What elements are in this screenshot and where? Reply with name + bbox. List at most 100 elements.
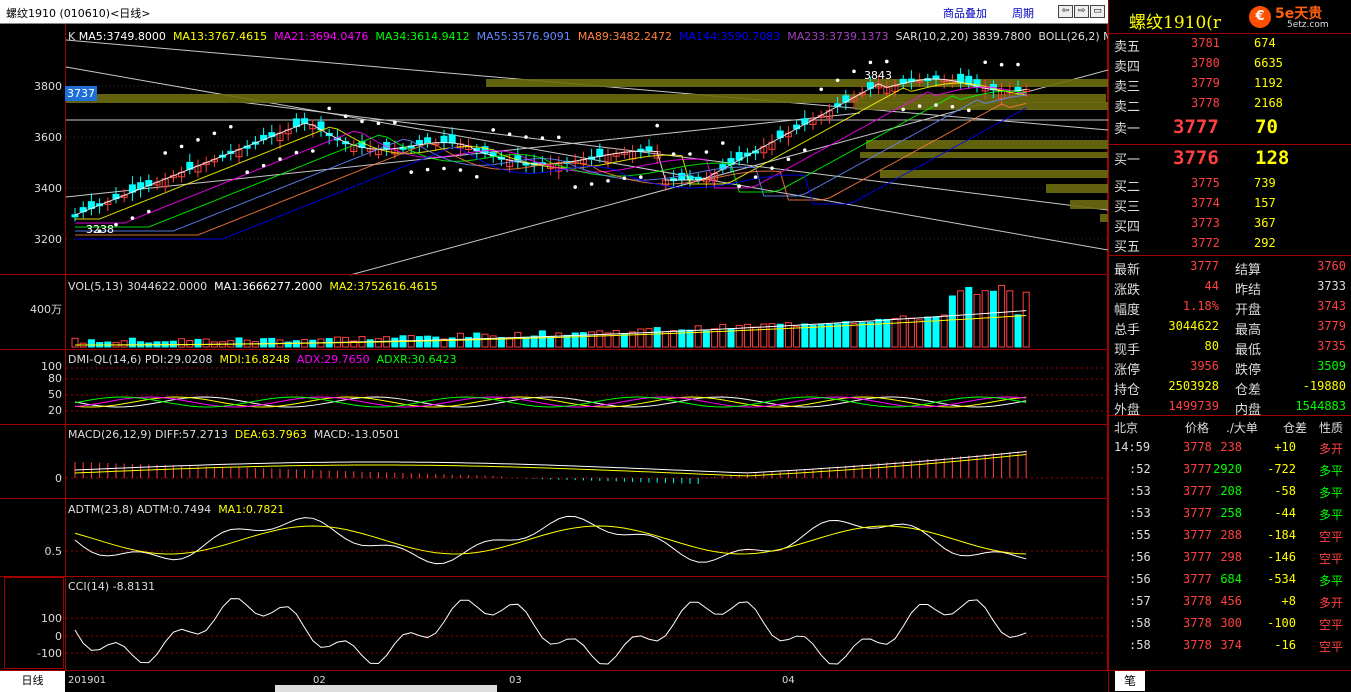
tick-row: :56 3777 684 -534 多平 [1109,569,1351,591]
panel-divider [0,424,1108,425]
volume-bar [194,338,202,348]
bid-row: 买三 3774 157 [1109,194,1351,215]
logo-icon: € [1249,6,1271,28]
y-tick: 3800 [34,80,62,93]
candle-body [440,135,448,144]
period-button[interactable]: 周期 [1012,5,1034,21]
volume-bar [1014,314,1022,348]
volume-bar [702,330,710,348]
sar-dot [245,170,249,175]
stat-label: 涨停 [1114,363,1141,378]
overlay-commodity-button[interactable]: 商品叠加 [943,5,987,21]
tick-nature: 多开 [1319,596,1344,610]
sar-dot [606,179,610,183]
tick-time: :55 [1129,528,1151,542]
bid-label: 买四 [1114,220,1141,235]
sar-dot [819,87,823,92]
ask-row: 卖二 3778 2168 [1109,94,1351,115]
volume-bar [555,332,563,348]
sar-dot [163,151,167,155]
bid-price: 3773 [1191,216,1220,230]
ask-price: 3780 [1191,56,1220,70]
indicator-value: MA13:3767.4615 [172,30,268,43]
ticks-header: 北京 价格 ./大单 仓差 性质 [1109,416,1351,438]
volume-bar [514,331,522,348]
sar-dot [934,103,938,107]
sar-dot [573,185,577,189]
tab-ticks[interactable]: 笔 [1115,671,1145,691]
nav-box-button[interactable]: ▭ [1090,5,1105,18]
sar-dot [1016,62,1020,67]
sar-dot [360,119,364,124]
volume-bar [645,328,653,348]
cci-line [74,598,1027,665]
period-tab-daily[interactable]: 日线 [0,671,65,692]
taskbar-strip [275,685,497,692]
ask-row: 卖五 3781 674 [1109,34,1351,55]
stat-label: 持仓 [1114,383,1141,398]
indicator-value: DMI-QL(14,6) PDI:29.0208 [68,353,213,366]
bid-volume: 157 [1254,196,1276,210]
volume-bar [981,290,989,348]
sar-dot [343,114,348,119]
quote-panel: 螺纹1910(r € 5e天贵 5etz.com 卖五 3781 674 卖四 3780… [1108,0,1351,692]
nav-right-button[interactable]: ⇨ [1074,5,1089,18]
ask-label: 卖三 [1114,80,1141,95]
sar-dot [147,209,151,214]
sr-zone [855,102,1108,110]
chart-area[interactable] [0,24,1108,670]
tick-volume: 238 [1220,440,1242,454]
logo-subtext: 5etz.com [1287,20,1329,30]
quote-header: 螺纹1910(r € 5e天贵 5etz.com [1109,0,1351,34]
tick-volume: 374 [1220,638,1242,652]
bid-label: 买二 [1114,180,1141,195]
macd-diff-line [74,450,1027,474]
ask-volume: 1192 [1254,76,1283,90]
bid-label: 买一 [1114,153,1141,168]
tick-row: :58 3778 300 -100 空平 [1109,613,1351,635]
indicator-value: MA55:3576.9091 [476,30,571,43]
panel-divider [0,498,1108,499]
ask-price: 3777 [1173,116,1219,138]
sr-zone [1100,214,1108,222]
tick-nature: 空平 [1319,618,1344,632]
date-label: 201901 [68,675,107,686]
ask-price: 3779 [1191,76,1220,90]
sar-dot [622,176,627,181]
volume-bar [71,337,79,348]
candle-body [645,146,653,152]
volume-bar [588,331,596,348]
tick-row: :53 3777 208 -58 多平 [1109,481,1351,503]
sar-dot [311,149,315,153]
volume-bar [391,337,399,348]
stat-value: 3779 [1317,319,1346,333]
stat-value: -19880 [1302,379,1346,393]
sar-dot [557,135,561,140]
sar-dot [114,222,118,227]
kline-chart-svg[interactable] [0,24,1108,670]
y-tick: 50 [48,388,62,401]
nav-left-button[interactable]: ⇦ [1058,5,1073,18]
volume-bar [481,333,489,348]
tick-price: 3777 [1183,506,1212,520]
adtm-ma-line [74,525,1027,555]
bid-row: 买一 3776 128 [1109,147,1351,169]
candle-body [71,214,79,218]
stat-label: 幅度 [1114,303,1141,318]
sar-dot [885,59,889,64]
stat-value: 3777 [1190,259,1219,273]
tick-price: 3778 [1183,616,1212,630]
tick-oi-change: -722 [1267,462,1296,476]
volume-bar [916,319,924,348]
volume-bar [653,327,661,348]
quote-title: 螺纹1910(r [1129,13,1222,33]
sar-dot [803,148,807,153]
indicator-value: MA233:3739.1373 [787,30,889,43]
main-indicator-line: K MA5:3749.8000 MA13:3767.4615 MA21:3694.0… [68,30,1120,43]
sar-dot [901,107,905,112]
stat-label: 结算 [1235,263,1262,278]
ticks-header-oi: 仓差 [1283,421,1308,435]
tick-price: 3777 [1183,484,1212,498]
ask-label: 卖五 [1114,40,1141,55]
stat-value: 3743 [1317,299,1346,313]
